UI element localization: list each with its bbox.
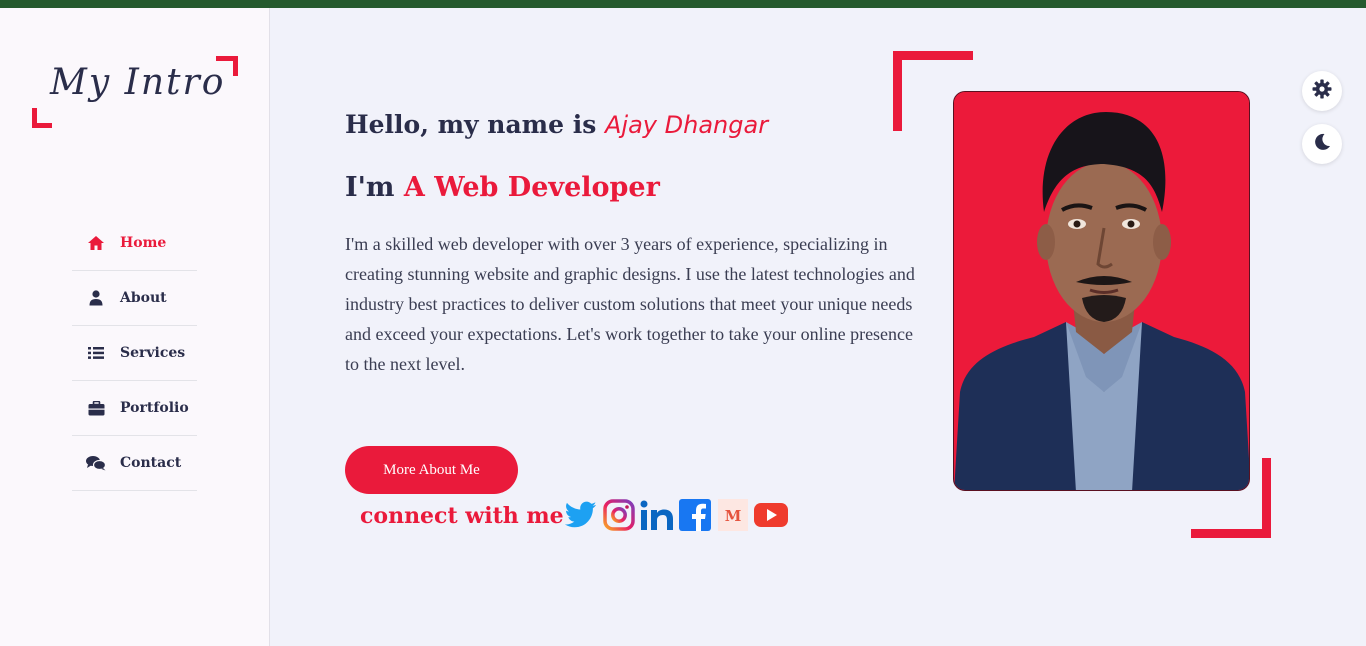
- more-about-me-button[interactable]: More About Me: [345, 446, 518, 494]
- chat-icon: [86, 453, 106, 473]
- sidebar-item-label: Portfolio: [120, 400, 189, 416]
- greeting-text: Hello, my name is: [345, 110, 597, 139]
- sidebar-item-portfolio[interactable]: Portfolio: [72, 381, 197, 436]
- theme-toggle-button[interactable]: [1302, 124, 1342, 164]
- top-bar: [0, 0, 1366, 8]
- twitter-icon[interactable]: [564, 498, 598, 532]
- medium-icon[interactable]: M: [716, 498, 750, 532]
- list-icon: [86, 343, 106, 363]
- linkedin-icon[interactable]: [640, 498, 674, 532]
- social-links: M: [564, 498, 788, 532]
- profile-photo: [953, 91, 1250, 491]
- sidebar-item-home[interactable]: Home: [72, 216, 197, 271]
- sidebar-nav: Home About Services Portfolio Contact: [72, 216, 197, 491]
- role-prefix: I'm: [345, 172, 395, 203]
- logo[interactable]: My Intro: [32, 56, 238, 128]
- sidebar-item-label: Services: [120, 345, 186, 361]
- logo-corner-bottom-left: [32, 108, 52, 128]
- moon-icon: [1313, 133, 1331, 155]
- svg-text:M: M: [725, 507, 742, 525]
- facebook-icon[interactable]: [678, 498, 712, 532]
- settings-button[interactable]: [1302, 71, 1342, 111]
- sidebar-item-about[interactable]: About: [72, 271, 197, 326]
- briefcase-icon: [86, 398, 106, 418]
- instagram-icon[interactable]: [602, 498, 636, 532]
- intro-description: I'm a skilled web developer with over 3 …: [345, 234, 915, 374]
- logo-text: My Intro: [50, 62, 226, 103]
- sidebar-item-label: Home: [120, 235, 167, 251]
- user-icon: [86, 288, 106, 308]
- gear-icon: [1312, 79, 1332, 103]
- sidebar-item-label: About: [120, 290, 167, 306]
- greeting-heading: Hello, my name is Ajay Dhangar: [345, 110, 768, 139]
- person-name: Ajay Dhangar: [605, 111, 769, 139]
- youtube-icon[interactable]: [754, 498, 788, 532]
- sidebar-item-services[interactable]: Services: [72, 326, 197, 381]
- sidebar-item-contact[interactable]: Contact: [72, 436, 197, 491]
- sidebar: My Intro Home About Services Portfolio C…: [0, 8, 270, 646]
- role-title: A Web Developer: [403, 172, 660, 203]
- role-heading: I'm A Web Developer: [345, 172, 660, 203]
- sidebar-item-label: Contact: [120, 455, 182, 471]
- connect-label: connect with me: [360, 503, 564, 529]
- home-icon: [86, 233, 106, 253]
